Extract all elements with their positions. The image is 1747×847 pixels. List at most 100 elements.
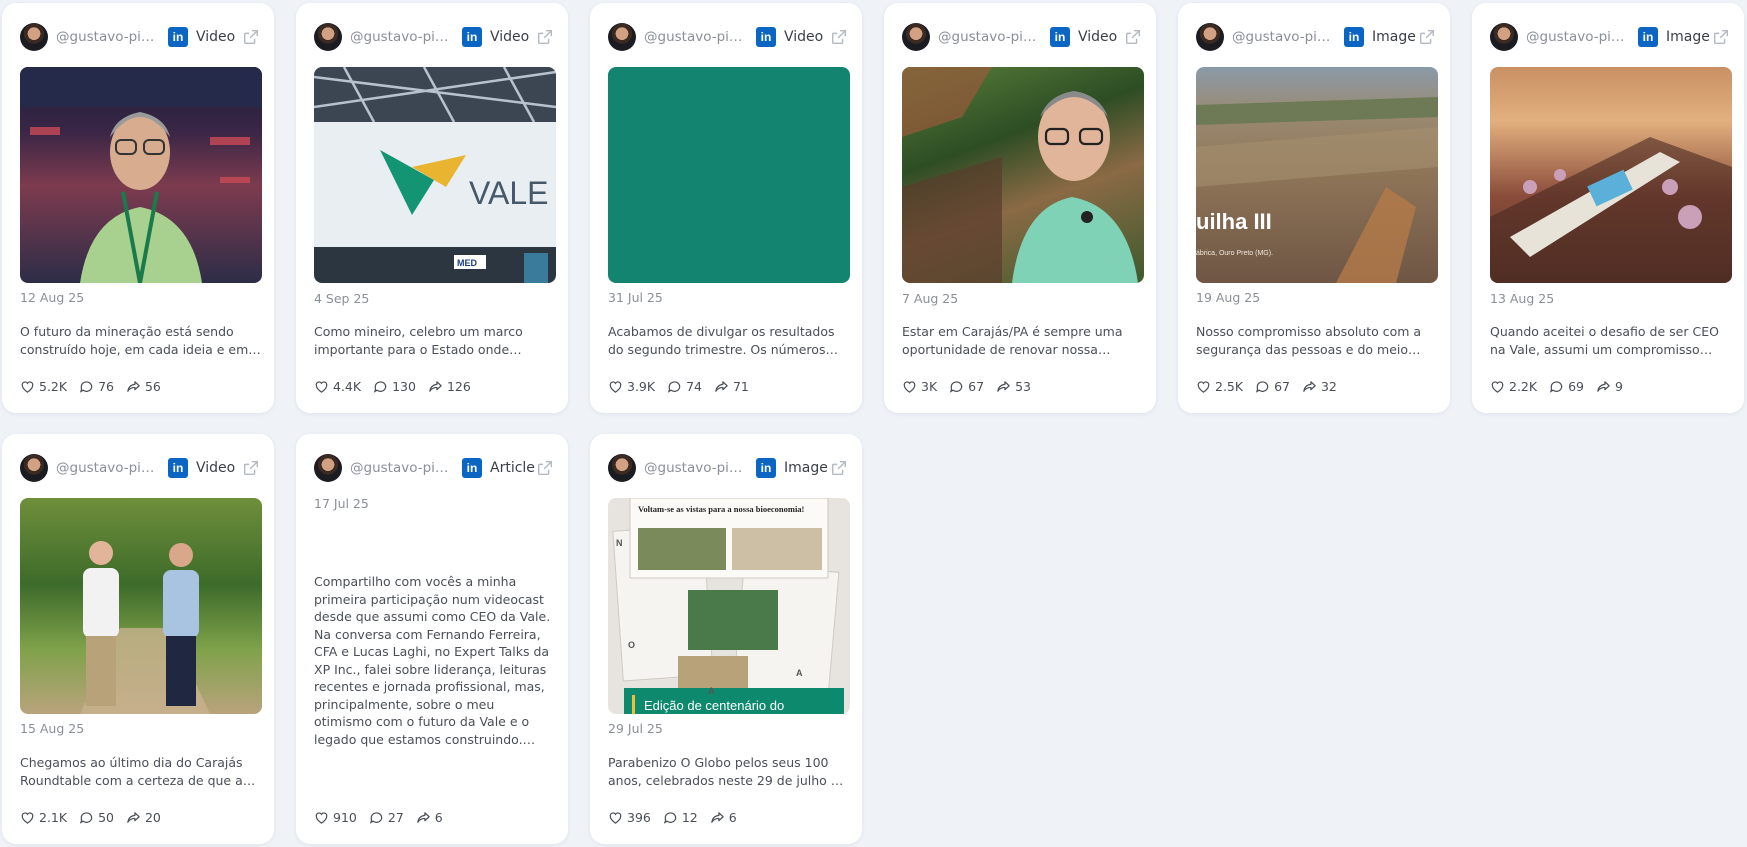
heart-icon[interactable] xyxy=(608,379,623,394)
post-stats: 2.5K 67 32 xyxy=(1196,379,1349,394)
heart-icon[interactable] xyxy=(20,379,35,394)
share-icon[interactable] xyxy=(714,379,729,394)
avatar[interactable] xyxy=(608,23,636,51)
author-handle[interactable]: @gustavo-pimenta xyxy=(350,29,456,45)
avatar[interactable] xyxy=(1196,23,1224,51)
author-handle[interactable]: @gustavo-pimenta xyxy=(1526,29,1632,45)
external-link-icon[interactable] xyxy=(242,459,260,477)
post-header: @gustavo-pimenta in Video xyxy=(314,21,554,53)
comment-icon[interactable] xyxy=(949,379,964,394)
post-card[interactable]: @gustavo-pimenta in Image uilha III ábri… xyxy=(1178,3,1450,413)
comments-count: 76 xyxy=(98,379,114,394)
post-text[interactable]: Nosso compromisso absoluto com a seguran… xyxy=(1196,323,1438,359)
share-icon[interactable] xyxy=(710,810,725,825)
comment-icon[interactable] xyxy=(373,379,388,394)
comment-icon[interactable] xyxy=(663,810,678,825)
post-media-video[interactable] xyxy=(20,498,262,714)
comment-icon[interactable] xyxy=(1549,379,1564,394)
share-icon[interactable] xyxy=(428,379,443,394)
post-date: 17 Jul 25 xyxy=(314,496,369,511)
external-link-icon[interactable] xyxy=(536,28,554,46)
author-handle[interactable]: @gustavo-pimenta xyxy=(1232,29,1338,45)
post-media-video[interactable]: VALE MED xyxy=(314,67,556,283)
share-icon[interactable] xyxy=(126,379,141,394)
post-text[interactable]: Compartilho com vocês a minha primeira p… xyxy=(314,573,556,748)
post-card[interactable]: @gustavo-pimenta in Video 12 Aug 25 O fu… xyxy=(2,3,274,413)
avatar[interactable] xyxy=(20,23,48,51)
post-text[interactable]: Parabenizo O Globo pelos seus 100 anos, … xyxy=(608,754,850,790)
heart-icon[interactable] xyxy=(20,810,35,825)
comments-count: 67 xyxy=(1274,379,1290,394)
share-icon[interactable] xyxy=(416,810,431,825)
avatar[interactable] xyxy=(314,23,342,51)
post-media-video[interactable] xyxy=(902,67,1144,283)
comment-icon[interactable] xyxy=(667,379,682,394)
author-handle[interactable]: @gustavo-pimenta xyxy=(56,29,162,45)
likes-count: 4.4K xyxy=(333,379,362,394)
post-header: @gustavo-pimenta in Image xyxy=(1490,21,1730,53)
post-card[interactable]: @gustavo-pimenta in Video 7 Aug 25 Estar… xyxy=(884,3,1156,413)
heart-icon[interactable] xyxy=(608,810,623,825)
share-icon[interactable] xyxy=(996,379,1011,394)
heart-icon[interactable] xyxy=(314,810,329,825)
heart-icon[interactable] xyxy=(1490,379,1505,394)
post-media-image[interactable]: Voltam-se as vistas para a nossa bioecon… xyxy=(608,498,850,714)
comment-icon[interactable] xyxy=(369,810,384,825)
svg-text:N: N xyxy=(616,538,623,548)
post-header: @gustavo-pimenta in Video xyxy=(608,21,848,53)
share-icon[interactable] xyxy=(1596,379,1611,394)
avatar[interactable] xyxy=(902,23,930,51)
post-media-video[interactable] xyxy=(608,67,850,283)
post-card[interactable]: @gustavo-pimenta in Image Voltam-se as v… xyxy=(590,434,862,844)
post-text[interactable]: Chegamos ao último dia do Carajás Roundt… xyxy=(20,754,262,790)
external-link-icon[interactable] xyxy=(242,28,260,46)
comments-count: 74 xyxy=(686,379,702,394)
post-card[interactable]: @gustavo-pimenta in Video VALE MED 4 Sep… xyxy=(296,3,568,413)
post-card[interactable]: @gustavo-pimenta in Video 31 Jul 25 Acab… xyxy=(590,3,862,413)
share-icon[interactable] xyxy=(1302,379,1317,394)
external-link-icon[interactable] xyxy=(536,459,554,477)
avatar[interactable] xyxy=(1490,23,1518,51)
post-text[interactable]: O futuro da mineração está sendo constru… xyxy=(20,323,262,359)
external-link-icon[interactable] xyxy=(1124,28,1142,46)
heart-icon[interactable] xyxy=(902,379,917,394)
post-stats: 910 27 6 xyxy=(314,810,455,825)
external-link-icon[interactable] xyxy=(830,28,848,46)
heart-icon[interactable] xyxy=(314,379,329,394)
shares-count: 9 xyxy=(1614,379,1623,394)
shares-count: 6 xyxy=(728,810,737,825)
share-icon[interactable] xyxy=(126,810,141,825)
post-media-image[interactable]: uilha III ábrica, Ouro Preto (MG). xyxy=(1196,67,1438,283)
avatar[interactable] xyxy=(314,454,342,482)
external-link-icon[interactable] xyxy=(1712,28,1730,46)
external-link-icon[interactable] xyxy=(1418,28,1436,46)
post-media-video[interactable] xyxy=(20,67,262,283)
post-card[interactable]: @gustavo-pimenta in Article 17 Jul 25 Co… xyxy=(296,434,568,844)
heart-icon[interactable] xyxy=(1196,379,1211,394)
newspaper-headline: Voltam-se as vistas para a nossa bioecon… xyxy=(638,504,805,514)
post-text[interactable]: Como mineiro, celebro um marco important… xyxy=(314,323,556,359)
post-text[interactable]: Quando aceitei o desafio de ser CEO na V… xyxy=(1490,323,1732,359)
comment-icon[interactable] xyxy=(1255,379,1270,394)
linkedin-icon: in xyxy=(756,27,776,47)
linkedin-icon: in xyxy=(756,458,776,478)
external-link-icon[interactable] xyxy=(830,459,848,477)
post-type: Image xyxy=(1372,29,1416,45)
author-handle[interactable]: @gustavo-pimenta xyxy=(644,29,750,45)
comments-count: 67 xyxy=(968,379,985,394)
comment-icon[interactable] xyxy=(79,810,94,825)
post-card[interactable]: @gustavo-pimenta in Video 15 Aug 25 Cheg… xyxy=(2,434,274,844)
author-handle[interactable]: @gustavo-pimenta xyxy=(56,460,162,476)
avatar[interactable] xyxy=(608,454,636,482)
likes-count: 2.5K xyxy=(1215,379,1244,394)
post-media-image[interactable] xyxy=(1490,67,1732,283)
post-date: 19 Aug 25 xyxy=(1196,290,1261,305)
comment-icon[interactable] xyxy=(79,379,94,394)
post-card[interactable]: @gustavo-pimenta in Image 13 Aug 25 Quan… xyxy=(1472,3,1744,413)
avatar[interactable] xyxy=(20,454,48,482)
post-text[interactable]: Estar em Carajás/PA é sempre uma oportun… xyxy=(902,323,1144,359)
author-handle[interactable]: @gustavo-pimenta xyxy=(938,29,1044,45)
author-handle[interactable]: @gustavo-pimenta xyxy=(350,460,456,476)
author-handle[interactable]: @gustavo-pimenta xyxy=(644,460,750,476)
post-text[interactable]: Acabamos de divulgar os resultados do se… xyxy=(608,323,850,359)
